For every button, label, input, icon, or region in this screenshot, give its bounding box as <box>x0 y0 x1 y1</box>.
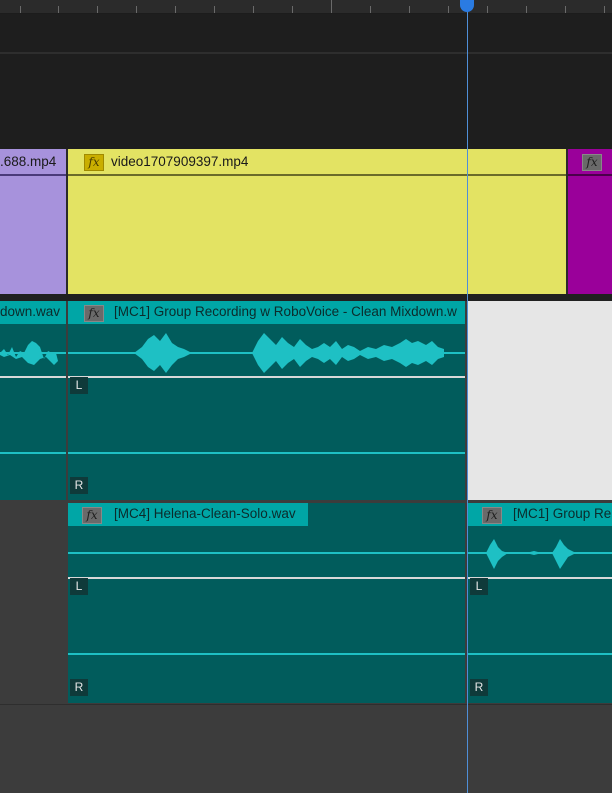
video-clip-video1707909397[interactable]: fx video1707909397.mp4 <box>68 149 566 294</box>
clip-header-line <box>568 174 612 176</box>
audio-track-2: fx [MC4] Helena-Clean-Solo.wav L R fx [M… <box>0 501 612 704</box>
channel-divider <box>68 577 465 579</box>
empty-video-track-area[interactable] <box>0 14 612 149</box>
video-clip-1688[interactable]: .688.mp4 <box>0 149 66 294</box>
audio-track-1: down.wav fx [MC1] Group Recording w Robo… <box>0 301 612 501</box>
ruler-tick <box>136 6 137 13</box>
channel-label-right: R <box>70 679 88 696</box>
fx-icon[interactable]: fx <box>482 507 502 524</box>
channel-divider <box>0 376 66 378</box>
audio-clip-mc4-helena[interactable]: fx [MC4] Helena-Clean-Solo.wav L R <box>68 503 465 703</box>
clip-header: fx [MC1] Group Re <box>468 503 612 526</box>
audio-clip-down-wav[interactable]: down.wav <box>0 301 66 500</box>
waveform-baseline <box>68 653 465 655</box>
ruler-tick <box>214 6 215 13</box>
clip-header: fx [MC1] Group Recording w RoboVoice - C… <box>68 301 465 324</box>
audio-clip-mc1-group-re[interactable]: fx [MC1] Group Re L R <box>468 503 612 703</box>
channel-label-left: L <box>470 578 488 595</box>
ruler-tick <box>565 6 566 13</box>
ruler-tick <box>370 6 371 13</box>
waveform <box>134 333 444 373</box>
ruler-tick <box>487 6 488 13</box>
fx-icon[interactable]: fx <box>84 305 104 322</box>
clip-name: [MC1] Group Recording w RoboVoice - Clea… <box>114 304 457 319</box>
ruler-tick <box>526 6 527 13</box>
clip-name: [MC4] Helena-Clean-Solo.wav <box>114 506 296 521</box>
channel-label-right: R <box>70 477 88 494</box>
video-track: .688.mp4 fx video1707909397.mp4 fx <box>0 149 612 295</box>
clip-header: down.wav <box>0 301 66 324</box>
ruler-tick-major <box>331 0 332 13</box>
channel-divider <box>468 577 612 579</box>
waveform-baseline <box>0 452 66 454</box>
fx-icon[interactable]: fx <box>82 507 102 524</box>
playhead-line[interactable] <box>467 0 468 793</box>
waveform-baseline <box>68 552 465 554</box>
ruler-tick <box>58 6 59 13</box>
ruler-tick <box>292 6 293 13</box>
empty-track-area[interactable] <box>0 704 612 793</box>
ruler-tick <box>604 6 605 13</box>
waveform <box>0 341 58 365</box>
empty-audio-region[interactable] <box>468 301 612 500</box>
ruler-tick <box>409 6 410 13</box>
channel-label-left: L <box>70 377 88 394</box>
video-clip-purple[interactable]: fx <box>568 149 612 294</box>
clip-name: down.wav <box>0 304 61 319</box>
clip-header: fx [MC4] Helena-Clean-Solo.wav <box>68 503 308 526</box>
clip-header-line <box>68 174 566 176</box>
track-separator <box>0 52 612 54</box>
waveform-baseline <box>68 452 465 454</box>
ruler-tick <box>448 6 449 13</box>
ruler-tick <box>97 6 98 13</box>
audio-clip-mc1-group-recording[interactable]: fx [MC1] Group Recording w RoboVoice - C… <box>68 301 465 500</box>
clip-header-line <box>0 174 66 176</box>
waveform <box>486 539 576 569</box>
clip-name: [MC1] Group Re <box>513 506 612 521</box>
ruler-tick <box>175 6 176 13</box>
time-ruler[interactable] <box>0 0 612 14</box>
waveform-baseline <box>468 653 612 655</box>
ruler-tick <box>253 6 254 13</box>
channel-label-right: R <box>470 679 488 696</box>
fx-icon[interactable]: fx <box>84 154 104 171</box>
ruler-tick <box>20 6 21 13</box>
clip-name: .688.mp4 <box>0 154 57 169</box>
clip-name: video1707909397.mp4 <box>111 154 249 169</box>
channel-label-left: L <box>70 578 88 595</box>
fx-icon[interactable]: fx <box>582 154 602 171</box>
